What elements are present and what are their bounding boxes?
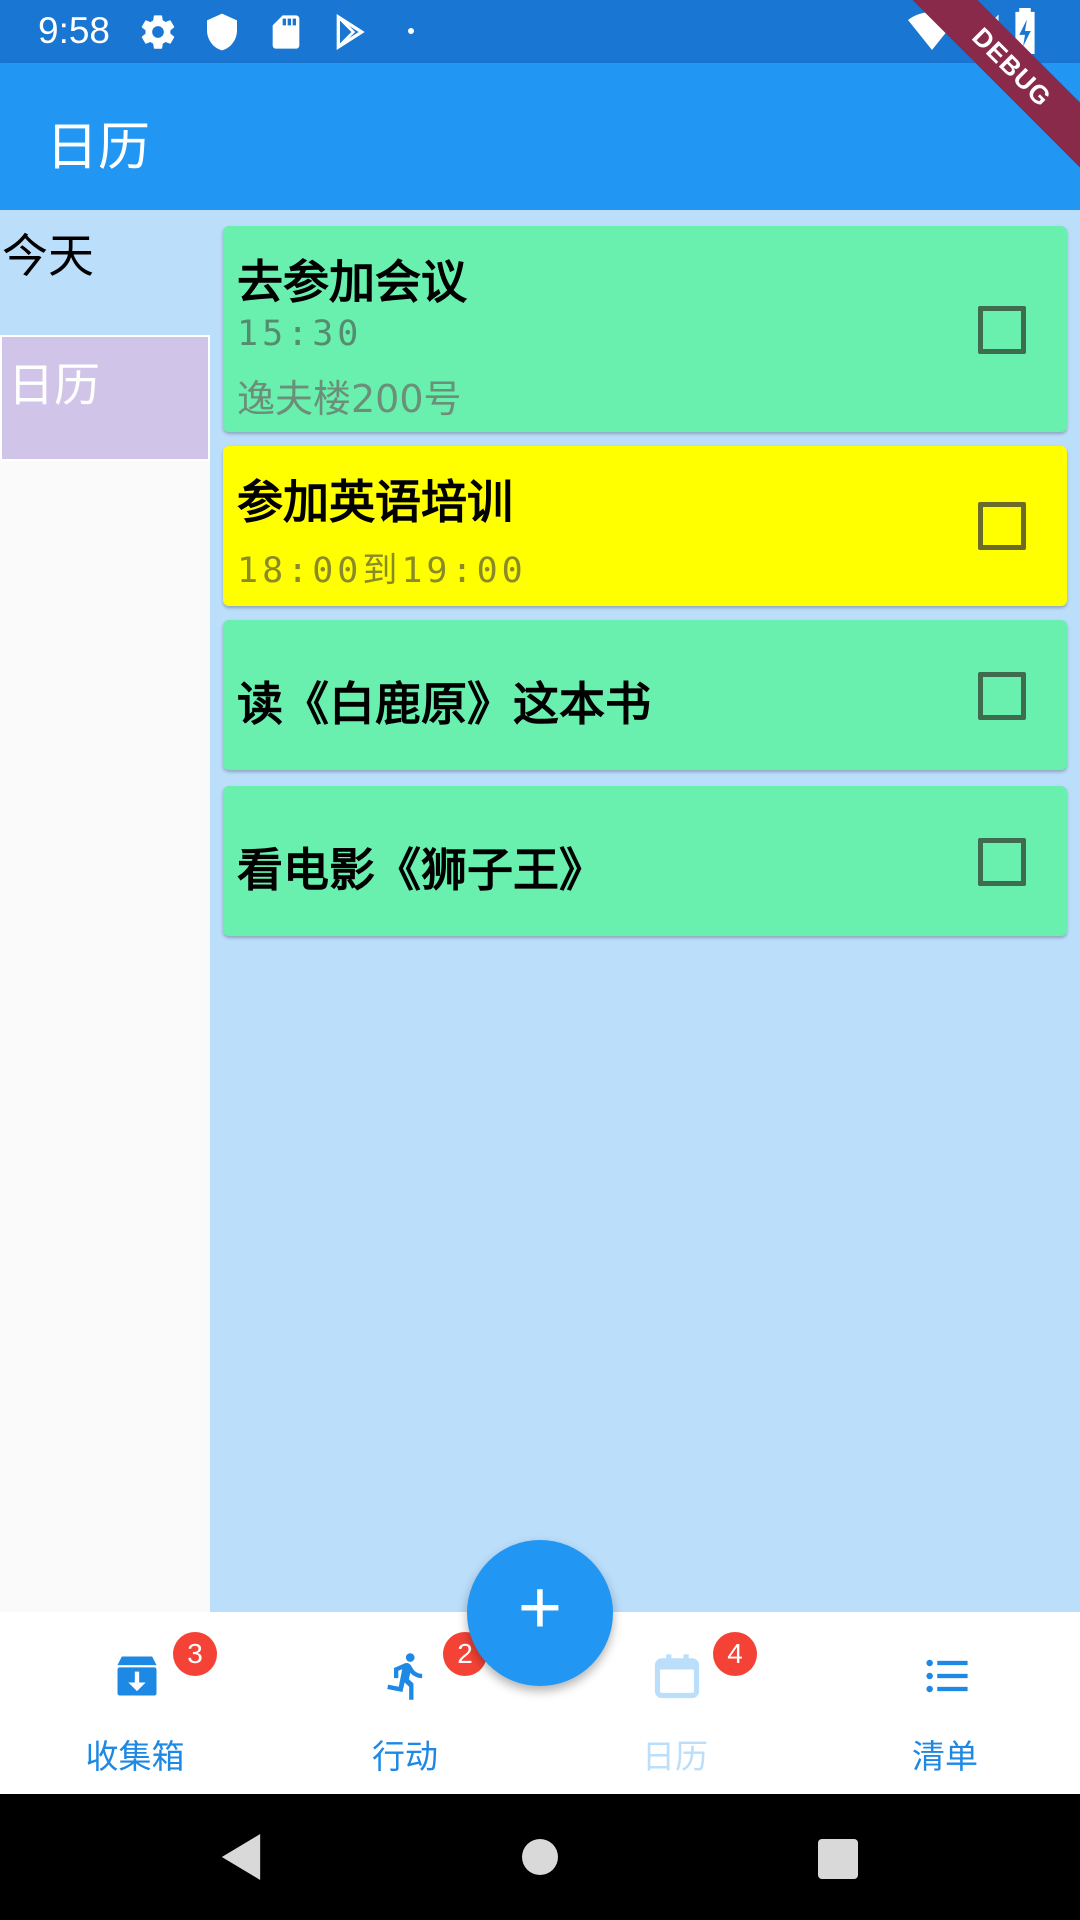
list-icon (926, 1659, 968, 1693)
task-card-movie[interactable]: 看电影《狮子王》 (223, 786, 1067, 936)
shield-icon (207, 13, 237, 51)
task-time: 15:30 (237, 314, 363, 354)
sidebar-item-today[interactable]: 今天 (0, 210, 210, 335)
nav-item-list[interactable]: 清单 (845, 1612, 1045, 1794)
task-card-meeting[interactable]: 去参加会议 15:30 逸夫楼200号 (223, 226, 1067, 432)
system-nav-bar (0, 1794, 1080, 1920)
task-title: 参加英语培训 (237, 475, 513, 529)
sidebar-item-label: 今天 (2, 229, 94, 283)
task-title: 看电影《狮子王》 (237, 843, 605, 897)
nav-item-inbox[interactable]: 3 收集箱 (35, 1612, 235, 1794)
badge-count: 4 (713, 1632, 757, 1676)
home-icon[interactable] (522, 1839, 558, 1875)
task-title: 读《白鹿原》这本书 (237, 677, 651, 731)
badge-count: 3 (173, 1632, 217, 1676)
task-card-english[interactable]: 参加英语培训 18:00到19:00 (223, 446, 1067, 606)
task-location: 逸夫楼200号 (237, 377, 462, 421)
sidebar-item-label: 日历 (8, 358, 100, 412)
sd-card-icon (272, 15, 300, 49)
task-list: 去参加会议 15:30 逸夫楼200号 参加英语培训 18:00到19:00 读… (210, 210, 1080, 1612)
inbox-icon (117, 1656, 157, 1696)
add-icon: + (517, 1565, 563, 1650)
page-title: 日历 (46, 118, 151, 178)
nav-label: 行动 (372, 1737, 438, 1776)
running-icon (387, 1653, 423, 1700)
task-card-book[interactable]: 读《白鹿原》这本书 (223, 620, 1067, 770)
app-bar: 日历 (0, 63, 1080, 210)
task-checkbox[interactable] (978, 838, 1026, 886)
settings-icon (141, 15, 175, 49)
task-checkbox[interactable] (978, 306, 1026, 354)
dot-icon (408, 28, 414, 34)
nav-label: 日历 (642, 1737, 708, 1776)
status-time: 9:58 (38, 10, 111, 51)
back-icon[interactable] (218, 1832, 264, 1882)
task-time: 18:00到19:00 (237, 551, 527, 591)
calendar-icon (654, 1654, 700, 1699)
nav-label: 清单 (912, 1737, 978, 1776)
task-checkbox[interactable] (978, 502, 1026, 550)
task-checkbox[interactable] (978, 672, 1026, 720)
sidebar: 今天 日历 (0, 210, 210, 1612)
sidebar-item-calendar[interactable]: 日历 (0, 335, 210, 461)
play-store-icon (336, 13, 365, 51)
recents-icon[interactable] (818, 1839, 858, 1879)
task-title: 去参加会议 (237, 255, 467, 309)
add-button[interactable]: + (467, 1540, 613, 1686)
status-bar: 9:58 (0, 0, 1080, 63)
nav-label: 收集箱 (85, 1737, 185, 1776)
